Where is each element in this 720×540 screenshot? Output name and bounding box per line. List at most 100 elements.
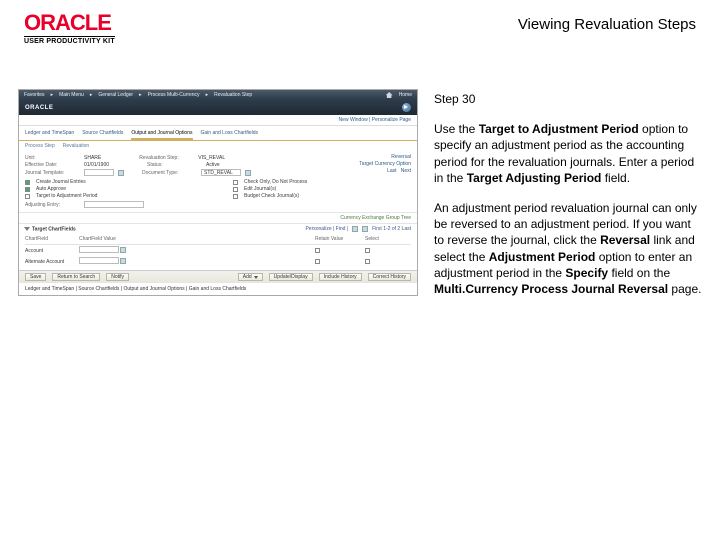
th-select: Select (365, 236, 411, 242)
form-side-links: Reversal Target Currency Option Last Nex… (359, 154, 411, 175)
link-reversal[interactable]: Reversal (359, 154, 411, 161)
label-cb4: Edit Journal(s) (244, 186, 276, 192)
label-effective-date: Effective Date: (25, 162, 80, 168)
grid-icon[interactable] (362, 226, 368, 232)
checkbox-select[interactable] (365, 259, 370, 264)
label-unit: Unit: (25, 155, 80, 161)
instruction-paragraph-1: Use the Target to Adjustment Period opti… (434, 121, 702, 186)
subnav-process-step[interactable]: Process Step (25, 143, 55, 149)
cell-cf-name: Account (25, 248, 75, 254)
tab-ledger-timespan[interactable]: Ledger and TimeSpan (25, 130, 74, 140)
brand-block: ORACLE USER PRODUCTIVITY KIT (24, 12, 115, 45)
input-journal-template[interactable] (84, 169, 114, 176)
label-journal-template: Journal Template: (25, 170, 80, 176)
app-brandbar: ORACLE (19, 100, 417, 115)
app-logo: ORACLE (25, 105, 53, 111)
section-range: First 1-2 of 2 Last (372, 226, 411, 232)
checkbox-retain[interactable] (315, 248, 320, 253)
checkbox-create-journal-entries[interactable] (25, 180, 30, 185)
embedded-screenshot: Favorites ▸ Main Menu ▸ General Ledger ▸… (18, 89, 418, 311)
section-tools[interactable]: Personalize | Find | (305, 226, 348, 232)
value-revaluation-step: VIS_REVAL (198, 155, 225, 161)
correct-history-button[interactable]: Correct History (368, 273, 411, 281)
add-button[interactable]: Add (238, 273, 263, 281)
notify-button[interactable]: Notify (106, 273, 129, 281)
dropdown-icon (254, 276, 258, 279)
checkbox-select[interactable] (365, 248, 370, 253)
label-adjusting-entry: Adjusting Entry: (25, 202, 80, 208)
label-document-type: Document Type: (142, 170, 197, 176)
checkbox-target-adjustment-period[interactable] (25, 194, 30, 199)
section-title: Target ChartFields (32, 226, 76, 232)
cell-cf-name: Alternate Account (25, 259, 75, 265)
return-to-search-button[interactable]: Return to Search (52, 273, 100, 281)
include-history-button[interactable]: Include History (319, 273, 362, 281)
th-retain-value: Retain Value (315, 236, 361, 242)
input-adjusting-entry[interactable] (84, 201, 144, 208)
app-navtabs: Ledger and TimeSpan Source Chartfields O… (19, 126, 417, 141)
tab-output-journal-options[interactable]: Output and Journal Options (131, 130, 192, 140)
menu-gl[interactable]: General Ledger (98, 92, 133, 98)
label-cb3: Auto Approve (36, 186, 66, 192)
update-display-button[interactable]: Update/Display (269, 273, 313, 281)
save-button[interactable]: Save (25, 273, 46, 281)
app-sublinks[interactable]: New Window | Personalize Page (19, 115, 417, 126)
brand-logo: ORACLE (24, 12, 115, 34)
main-area: Favorites ▸ Main Menu ▸ General Ledger ▸… (0, 49, 720, 311)
th-chartfield: ChartField (25, 236, 75, 242)
subnav-revaluation[interactable]: Revaluation (63, 143, 89, 149)
instruction-paragraph-2: An adjustment period revaluation journal… (434, 200, 702, 297)
checkbox-edit-journals[interactable] (233, 187, 238, 192)
input-cf-value[interactable] (79, 257, 119, 264)
document-title: Viewing Revaluation Steps (518, 12, 696, 33)
lookup-icon[interactable] (120, 258, 126, 264)
value-unit: SHARE (84, 155, 101, 161)
lookup-icon[interactable] (118, 170, 124, 176)
instructions-panel: Step 30 Use the Target to Adjustment Per… (434, 89, 702, 311)
home-icon[interactable] (386, 92, 393, 98)
input-cf-value[interactable] (79, 246, 119, 253)
menu-multicurrency[interactable]: Process Multi-Currency (148, 92, 200, 98)
section-target-chartfields-header: Target ChartFields Personalize | Find | … (19, 224, 417, 234)
brand-subtitle: USER PRODUCTIVITY KIT (24, 36, 115, 45)
checkbox-check-only[interactable] (233, 180, 238, 185)
action-toolbar: Save Return to Search Notify Add Update/… (19, 270, 417, 283)
link-target-currency-option[interactable]: Target Currency Option (359, 161, 411, 168)
target-chartfields-table: ChartField ChartField Value Retain Value… (19, 234, 417, 270)
lookup-icon[interactable] (245, 170, 251, 176)
tab-source-chartfields[interactable]: Source Chartfields (82, 130, 123, 140)
value-effective-date: 01/01/1900 (84, 162, 109, 168)
value-status: Active (206, 162, 220, 168)
checkbox-auto-approve[interactable] (25, 187, 30, 192)
label-cb6: Budget Check Journal(s) (244, 193, 299, 199)
table-row: Alternate Account (25, 256, 411, 267)
table-row: Account (25, 245, 411, 256)
collapse-icon[interactable] (24, 227, 30, 231)
checkbox-budget-check[interactable] (233, 194, 238, 199)
menu-favorites[interactable]: Favorites (24, 92, 45, 98)
label-status: Status: (147, 162, 202, 168)
label-cb2: Check Only, Do Not Process (244, 179, 307, 185)
menu-revaluation-step[interactable]: Revaluation Step (214, 92, 252, 98)
label-cb1: Create Journal Entries (36, 179, 86, 185)
bottom-nav-links[interactable]: Ledger and TimeSpan | Source Chartfields… (19, 283, 417, 295)
app-window: Favorites ▸ Main Menu ▸ General Ledger ▸… (18, 89, 418, 296)
lookup-icon[interactable] (120, 247, 126, 253)
app-menubar: Favorites ▸ Main Menu ▸ General Ledger ▸… (19, 90, 417, 100)
link-currency-exchange-tree[interactable]: Currency Exchange Group Tree (19, 213, 417, 224)
link-last[interactable]: Last (387, 168, 396, 174)
label-revaluation-step: Revaluation Step: (139, 155, 194, 161)
zoom-icon[interactable] (352, 226, 358, 232)
app-subnav: Process Step Revaluation (19, 141, 417, 151)
input-document-type[interactable]: STD_REVAL (201, 169, 241, 176)
menu-main[interactable]: Main Menu (59, 92, 84, 98)
checkbox-retain[interactable] (315, 259, 320, 264)
tab-gain-loss-chartfields[interactable]: Gain and Loss Chartfields (201, 130, 259, 140)
home-link[interactable]: Home (399, 92, 412, 98)
link-next[interactable]: Next (401, 168, 411, 174)
th-chartfield-value: ChartField Value (79, 236, 311, 242)
label-cb5: Target to Adjustment Period (36, 193, 97, 199)
play-icon[interactable] (402, 103, 411, 112)
form-panel: Reversal Target Currency Option Last Nex… (19, 151, 417, 213)
page-header: ORACLE USER PRODUCTIVITY KIT Viewing Rev… (0, 0, 720, 49)
